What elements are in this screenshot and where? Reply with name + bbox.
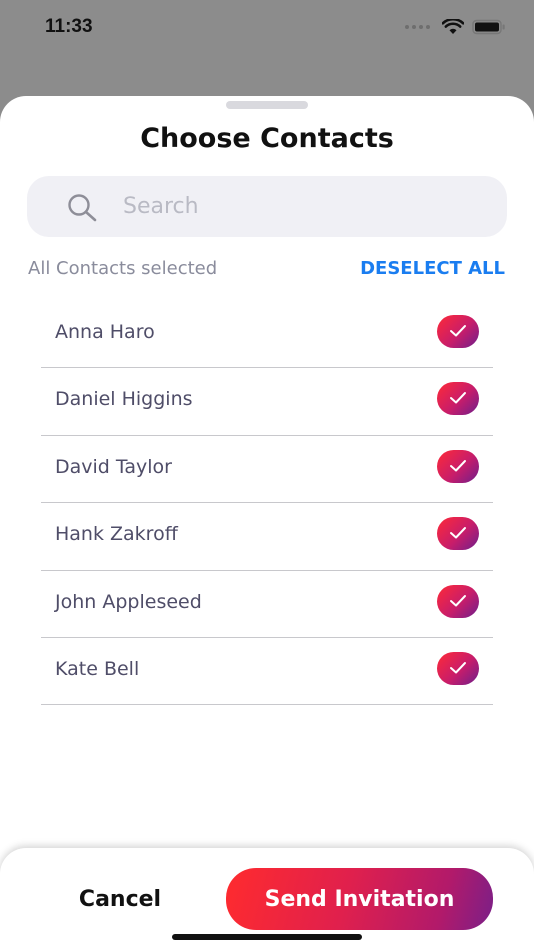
contact-row-daniel-higgins[interactable]: Daniel Higgins	[41, 368, 493, 436]
sheet-grabber[interactable]	[226, 101, 308, 109]
sheet-title: Choose Contacts	[140, 123, 394, 154]
checkmark-icon[interactable]	[437, 584, 479, 618]
checkmark-icon[interactable]	[437, 517, 479, 551]
send-invitation-button[interactable]: Send Invitation	[226, 868, 493, 930]
status-bar: 11:33	[0, 0, 534, 60]
home-indicator[interactable]	[172, 934, 362, 940]
contact-list: Anna Haro Daniel Higgins David Taylor Ha…	[41, 301, 493, 706]
contact-name: John Appleseed	[55, 590, 202, 613]
cancel-button[interactable]: Cancel	[40, 868, 200, 930]
status-time: 11:33	[45, 16, 93, 37]
search-bar[interactable]	[27, 176, 507, 237]
search-input[interactable]	[123, 176, 483, 237]
checkmark-icon[interactable]	[437, 315, 479, 348]
contact-name: Kate Bell	[55, 657, 140, 680]
contact-name: David Taylor	[55, 455, 172, 478]
cellular-signal-icon	[405, 25, 430, 29]
checkmark-icon[interactable]	[437, 651, 479, 685]
choose-contacts-sheet: Choose Contacts All Contacts selected DE…	[0, 96, 534, 950]
checkmark-icon[interactable]	[437, 382, 479, 416]
contact-row-kate-bell[interactable]: Kate Bell	[41, 638, 493, 706]
contact-row-hank-zakroff[interactable]: Hank Zakroff	[41, 503, 493, 571]
checkmark-icon[interactable]	[437, 449, 479, 483]
contact-row-anna-haro[interactable]: Anna Haro	[41, 301, 493, 369]
contact-name: Daniel Higgins	[55, 388, 193, 411]
search-icon	[68, 194, 97, 222]
wifi-icon	[442, 19, 464, 34]
contact-name: Hank Zakroff	[55, 523, 178, 546]
battery-icon	[472, 19, 505, 35]
contact-row-john-appleseed[interactable]: John Appleseed	[41, 571, 493, 638]
selection-status-label: All Contacts selected	[28, 258, 218, 279]
contact-row-david-taylor[interactable]: David Taylor	[41, 436, 493, 504]
deselect-all-button[interactable]: DESELECT ALL	[360, 258, 505, 279]
status-icons	[405, 19, 506, 35]
contact-name: Anna Haro	[55, 321, 155, 343]
